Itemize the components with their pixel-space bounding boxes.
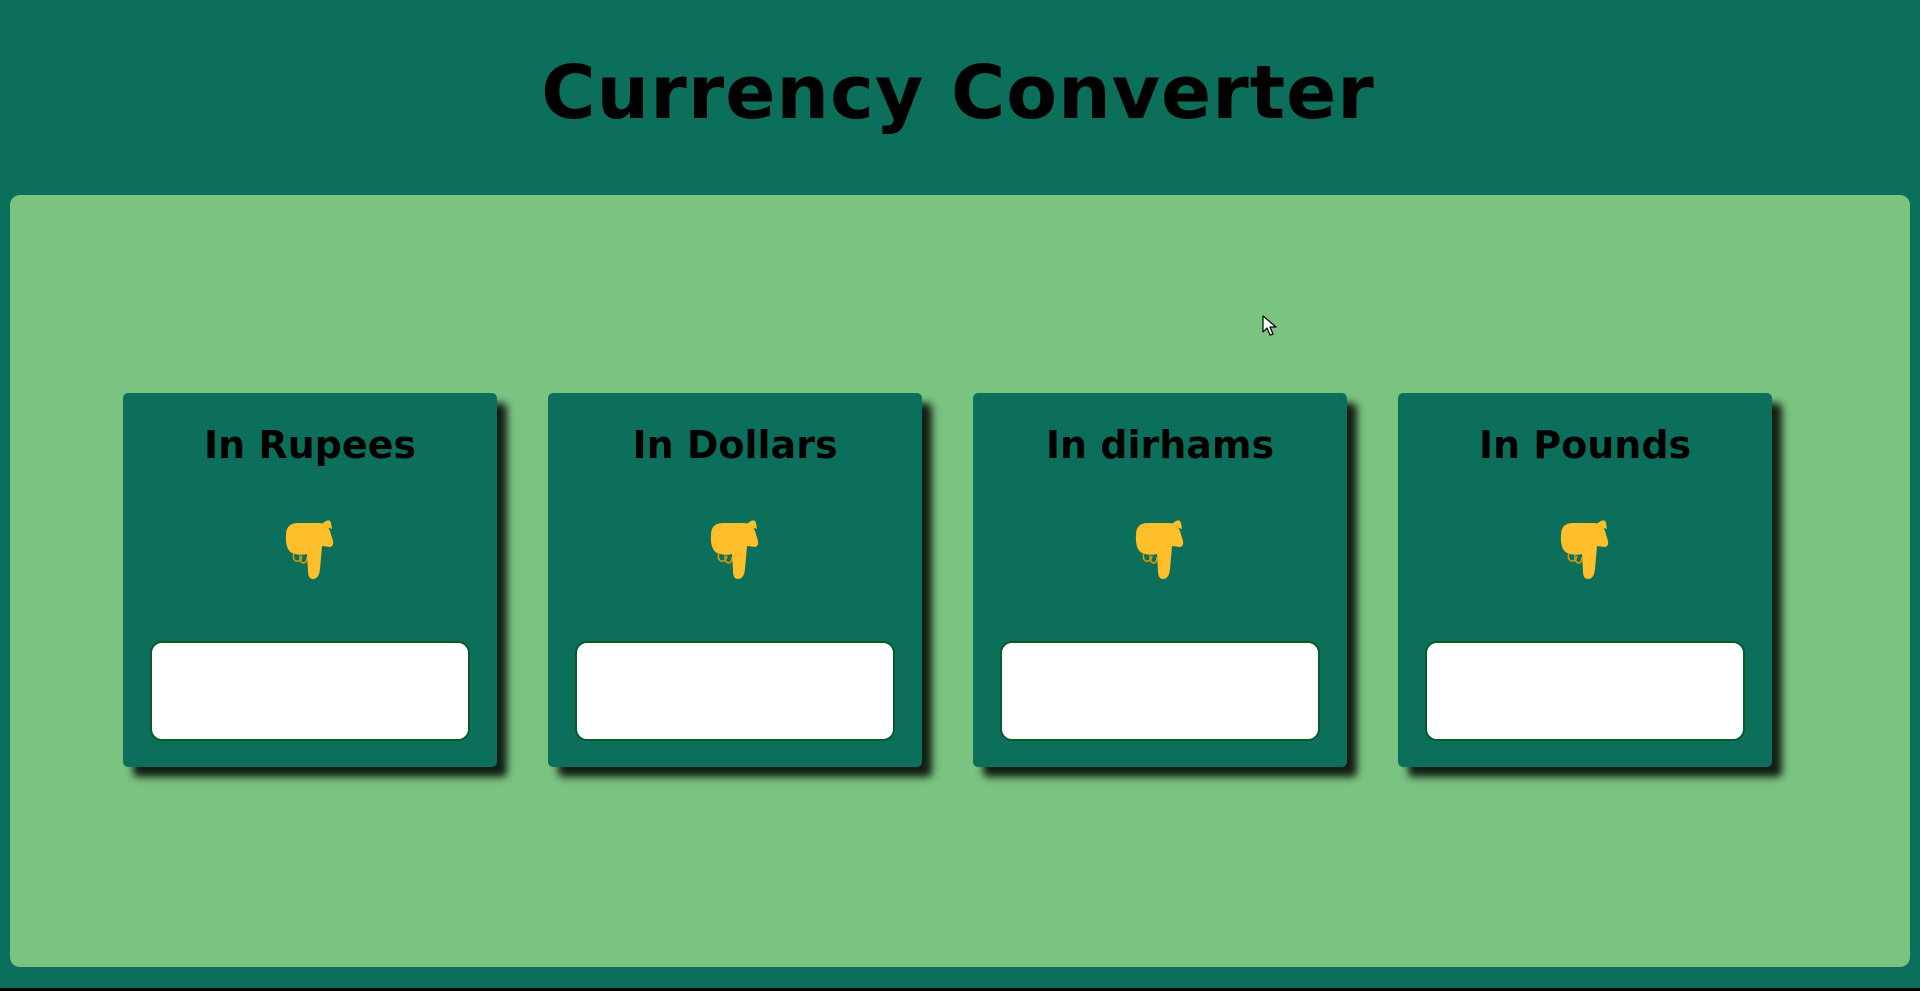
dollars-card: In Dollars [548, 393, 922, 767]
converter-panel: In Rupees In Dollars In dirhams In Pound… [10, 195, 1910, 967]
dollars-input[interactable] [575, 641, 895, 741]
card-title-dollars: In Dollars [632, 423, 838, 467]
pounds-card: In Pounds [1398, 393, 1772, 767]
page-title: Currency Converter [541, 49, 1375, 136]
pointing-down-hand-icon [1560, 520, 1609, 579]
mouse-pointer-icon [1262, 315, 1277, 336]
pointing-down-hand-icon [285, 520, 334, 579]
page-header: Currency Converter [0, 0, 1920, 195]
dirhams-input[interactable] [1000, 641, 1320, 741]
rupees-input[interactable] [150, 641, 470, 741]
pounds-input[interactable] [1425, 641, 1745, 741]
card-title-rupees: In Rupees [203, 423, 417, 467]
card-title-dirhams: In dirhams [1045, 423, 1275, 467]
pointing-down-hand-icon [710, 520, 759, 579]
pointing-down-hand-icon [1135, 520, 1184, 579]
rupees-card: In Rupees [123, 393, 497, 767]
dirhams-card: In dirhams [973, 393, 1347, 767]
card-title-pounds: In Pounds [1478, 423, 1692, 467]
